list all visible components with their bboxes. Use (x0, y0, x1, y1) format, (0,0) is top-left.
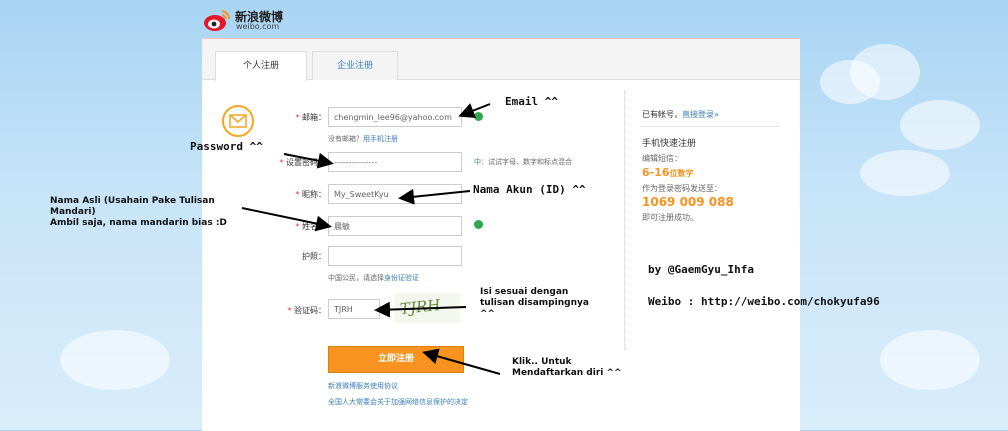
login-link[interactable]: 直接登录» (682, 110, 719, 119)
tab-enterprise-register[interactable]: 企业注册 (312, 51, 398, 80)
email-input[interactable]: chengmin_lee96@yahoo.com (328, 107, 462, 127)
id-label: 护照： (302, 252, 326, 261)
annotation-password: Password ^^ (190, 140, 263, 153)
captcha-image[interactable]: TJRH (394, 293, 460, 323)
annotation-weibo-link: Weibo : http://weibo.com/chokyufa96 (648, 295, 880, 308)
login-prompt: 已有帐号，直接登录» (642, 110, 719, 119)
register-submit-button[interactable]: 立即注册 (328, 346, 464, 373)
weibo-logo[interactable]: 新浪微博 weibo.com (203, 6, 303, 34)
bg-cloud (60, 330, 170, 390)
annotation-nama-akun: Nama Akun (ID) ^^ (473, 183, 586, 196)
tab-bar: 个人注册 企业注册 (202, 39, 800, 81)
digits-text: 6-16位数字 (642, 166, 694, 179)
mail-icon (222, 105, 254, 137)
bg-cloud (850, 44, 920, 100)
sidebar-separator (640, 126, 780, 127)
send-to-label: 作为登录密码发送至： (642, 184, 722, 193)
password-input[interactable]: --------------- (328, 152, 462, 172)
phone-register-link[interactable]: 用手机注册 (363, 135, 398, 143)
annotation-klik: Klik.. Untuk Mendaftarkan diri ^^ (512, 357, 622, 378)
register-panel: 个人注册 企业注册 * 邮箱： chengmin_lee96@yahoo.com… (202, 38, 800, 431)
tab-personal-register[interactable]: 个人注册 (215, 51, 307, 81)
captcha-input[interactable]: TJRH (328, 299, 380, 319)
annotation-captcha: Isi sesuai dengan tulisan disampingnya ^… (480, 287, 589, 319)
email-ok-icon (474, 112, 483, 121)
realname-label: * 姓名： (295, 222, 326, 231)
annotation-credit: by @GaemGyu_Ihfa (648, 263, 754, 276)
annotation-email: Email ^^ (505, 95, 558, 108)
vertical-divider (624, 91, 625, 349)
realname-ok-icon (474, 220, 483, 229)
id-verify-link[interactable]: 身份证验证 (384, 274, 419, 282)
password-label: * 设置密码： (279, 158, 326, 167)
id-hint: 中国公民，请选择身份证验证 (328, 274, 419, 282)
sms-done-text: 即可注册成功。 (642, 213, 698, 222)
no-email-hint: 没有邮箱？用手机注册 (328, 135, 398, 143)
agreement-link[interactable]: 新浪微博服务使用协议 (328, 381, 398, 391)
sms-label: 编辑短信： (642, 154, 682, 163)
nickname-input[interactable]: My_SweetKyu (328, 184, 462, 204)
logo-en-text: weibo.com (236, 22, 280, 31)
annotation-nama-asli: Nama Asli (Usahain Pake Tulisan Mandari)… (50, 196, 227, 228)
nickname-label: * 昵称： (295, 190, 326, 199)
bg-cloud (880, 330, 980, 390)
captcha-label: * 验证码： (287, 306, 326, 315)
bg-cloud (900, 100, 980, 150)
password-strength-hint: 中：试试字母、数字和标点混合 (474, 158, 572, 166)
realname-input[interactable]: 晨敏 (328, 216, 462, 236)
quick-register-title: 手机快速注册 (642, 139, 697, 149)
captcha-image-text: TJRH (399, 295, 442, 319)
law-link[interactable]: 全国人大常委会关于加强网络信息保护的决定 (328, 397, 468, 407)
bg-cloud (860, 150, 950, 196)
id-input[interactable] (328, 246, 462, 266)
weibo-eye-icon (204, 10, 231, 31)
sms-phone-number: 1069 009 088 (642, 195, 734, 209)
email-label: * 邮箱： (295, 113, 326, 122)
